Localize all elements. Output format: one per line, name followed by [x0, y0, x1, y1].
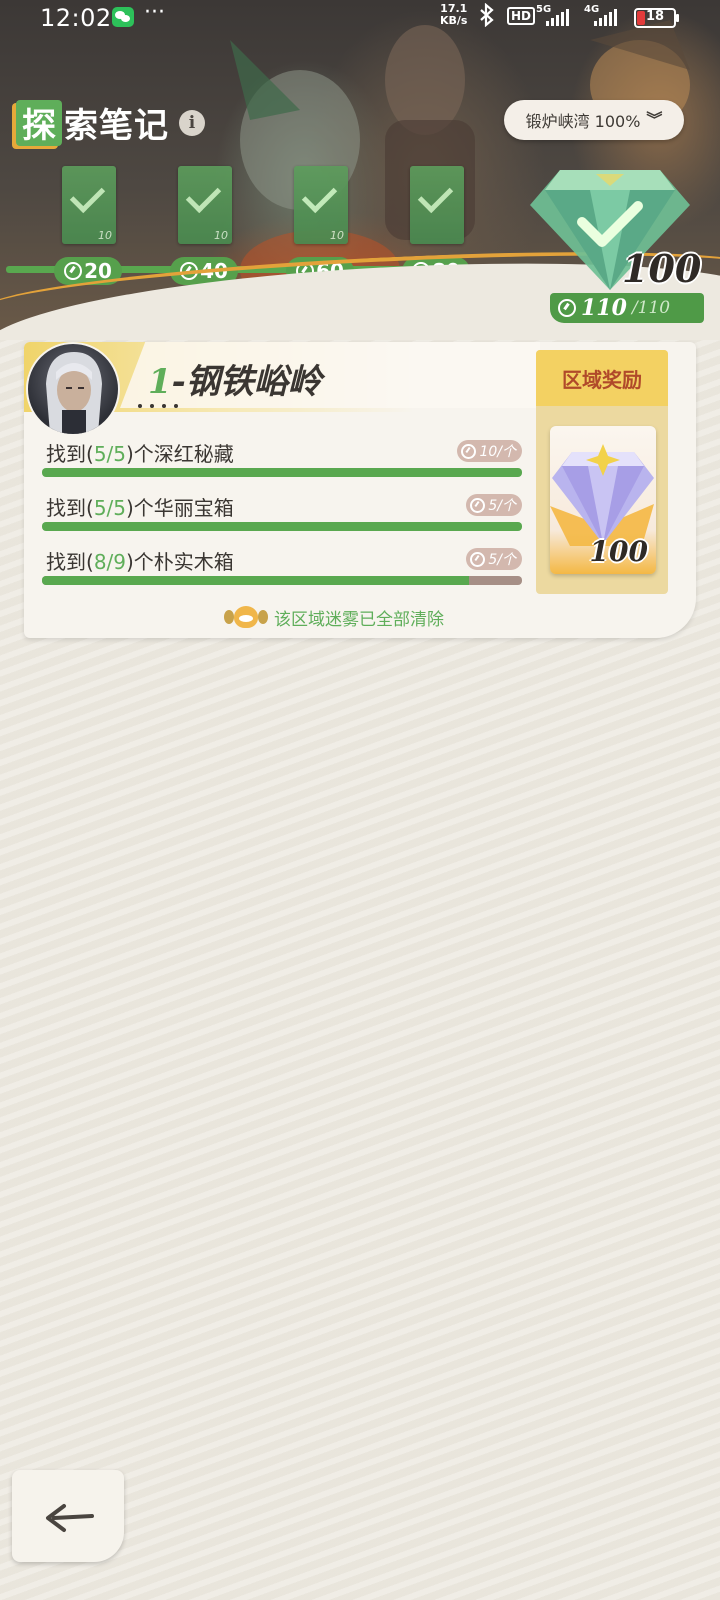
- wechat-icon: [112, 7, 134, 27]
- battery-icon: 18: [634, 8, 679, 28]
- task-progress-fill: [42, 468, 522, 477]
- task-progress-fill: [42, 522, 522, 531]
- region-card: 1-钢铁峪岭 找到(5/5)个深红秘藏 10/个 找到(5/5)个华丽宝箱 5/…: [24, 342, 696, 638]
- task-row: 找到(8/9)个朴实木箱 5/个: [42, 546, 522, 590]
- region-selector-label: 锻炉峡湾 100%: [525, 112, 641, 131]
- task-reward: 10/个: [479, 444, 516, 460]
- stopwatch-icon: [558, 299, 576, 317]
- check-icon: [417, 177, 454, 214]
- task-progress-fill: [42, 576, 469, 585]
- stopwatch-icon: [64, 262, 83, 280]
- signal-bars-icon: [546, 9, 569, 26]
- milestone-card-count: 10: [214, 229, 228, 242]
- milestone-1[interactable]: 10: [62, 166, 118, 244]
- fog-cleared-text: 该区域迷雾已全部清除: [274, 609, 444, 630]
- stopwatch-icon: [470, 551, 486, 567]
- back-arrow-icon: [46, 1504, 94, 1532]
- total-progress: 110 /110: [550, 293, 704, 323]
- task-progress-bar: [42, 468, 522, 477]
- zone-reward-title: 区域奖励: [536, 350, 668, 406]
- region-number: 1: [148, 362, 172, 402]
- back-button[interactable]: [12, 1470, 124, 1562]
- region-selector[interactable]: 锻炉峡湾 100% ︾: [504, 100, 684, 140]
- network-speed: 17.1 KB/s: [440, 3, 467, 27]
- check-icon: [301, 177, 338, 214]
- milestone-3[interactable]: 10: [294, 166, 350, 244]
- bluetooth-icon: [480, 3, 494, 27]
- task-row: 找到(5/5)个深红秘藏 10/个: [42, 438, 522, 482]
- fog-cleared-note: 该区域迷雾已全部清除: [224, 604, 444, 630]
- double-chevron-down-icon: ︾: [646, 110, 663, 129]
- task-reward: 5/个: [488, 498, 516, 514]
- total-progress-max: /110: [631, 298, 671, 318]
- task-reward-tag: 5/个: [466, 548, 522, 570]
- milestone-card: 10: [178, 166, 232, 244]
- milestone-2[interactable]: 10: [178, 166, 234, 244]
- milestone-card: [410, 166, 464, 244]
- mascot-icon: [224, 604, 268, 630]
- region-avatar: [26, 342, 120, 436]
- total-progress-current: 110: [581, 295, 627, 321]
- ellipsis-dots-icon: [138, 404, 178, 408]
- zone-reward-panel[interactable]: 区域奖励 100: [536, 350, 668, 594]
- info-icon[interactable]: i: [179, 109, 205, 136]
- region-title: 1-钢铁峪岭: [148, 354, 322, 403]
- milestone-card: 10: [62, 166, 116, 244]
- task-reward-tag: 5/个: [466, 494, 522, 516]
- hd-badge: HD: [507, 7, 536, 25]
- check-icon: [69, 177, 106, 214]
- task-reward: 5/个: [488, 552, 516, 568]
- status-time: 12:02: [40, 4, 112, 32]
- task-progress-bar: [42, 522, 522, 531]
- stopwatch-icon: [461, 443, 477, 459]
- milestone-card-count: 10: [330, 229, 344, 242]
- header-banner: 探 索笔记 i 锻炉峡湾 100% ︾ 10 20 10 40 10 100 1…: [0, 0, 720, 340]
- status-bar: 12:02 ··· 17.1 KB/s HD 5G 4G 18: [0, 0, 720, 34]
- zone-reward-card[interactable]: 100: [550, 426, 656, 574]
- task-text: 找到(5/5)个深红秘藏: [46, 442, 234, 466]
- task-text: 找到(8/9)个朴实木箱: [46, 550, 234, 574]
- zone-reward-amount: 100: [589, 535, 648, 568]
- task-row: 找到(5/5)个华丽宝箱 5/个: [42, 492, 522, 536]
- task-progress-bar: [42, 576, 522, 585]
- title-rest: 索笔记: [64, 106, 169, 146]
- character-portrait: [46, 352, 102, 434]
- battery-level: 18: [645, 9, 665, 24]
- stopwatch-icon: [470, 497, 486, 513]
- title-first-char: 探: [16, 99, 62, 146]
- signal-bars-icon: [594, 9, 617, 26]
- network-speed-unit: KB/s: [440, 14, 468, 27]
- region-name: -钢铁峪岭: [171, 362, 322, 402]
- task-reward-tag: 10/个: [457, 440, 522, 462]
- more-notifications: ···: [144, 0, 165, 25]
- grand-reward-amount: 100: [622, 246, 702, 291]
- milestone-4[interactable]: [410, 166, 466, 244]
- milestone-card: 10: [294, 166, 348, 244]
- milestone-card-count: 10: [98, 229, 112, 242]
- page-title: 探 索笔记 i: [16, 98, 205, 147]
- task-text: 找到(5/5)个华丽宝箱: [46, 496, 234, 520]
- check-icon: [185, 177, 222, 214]
